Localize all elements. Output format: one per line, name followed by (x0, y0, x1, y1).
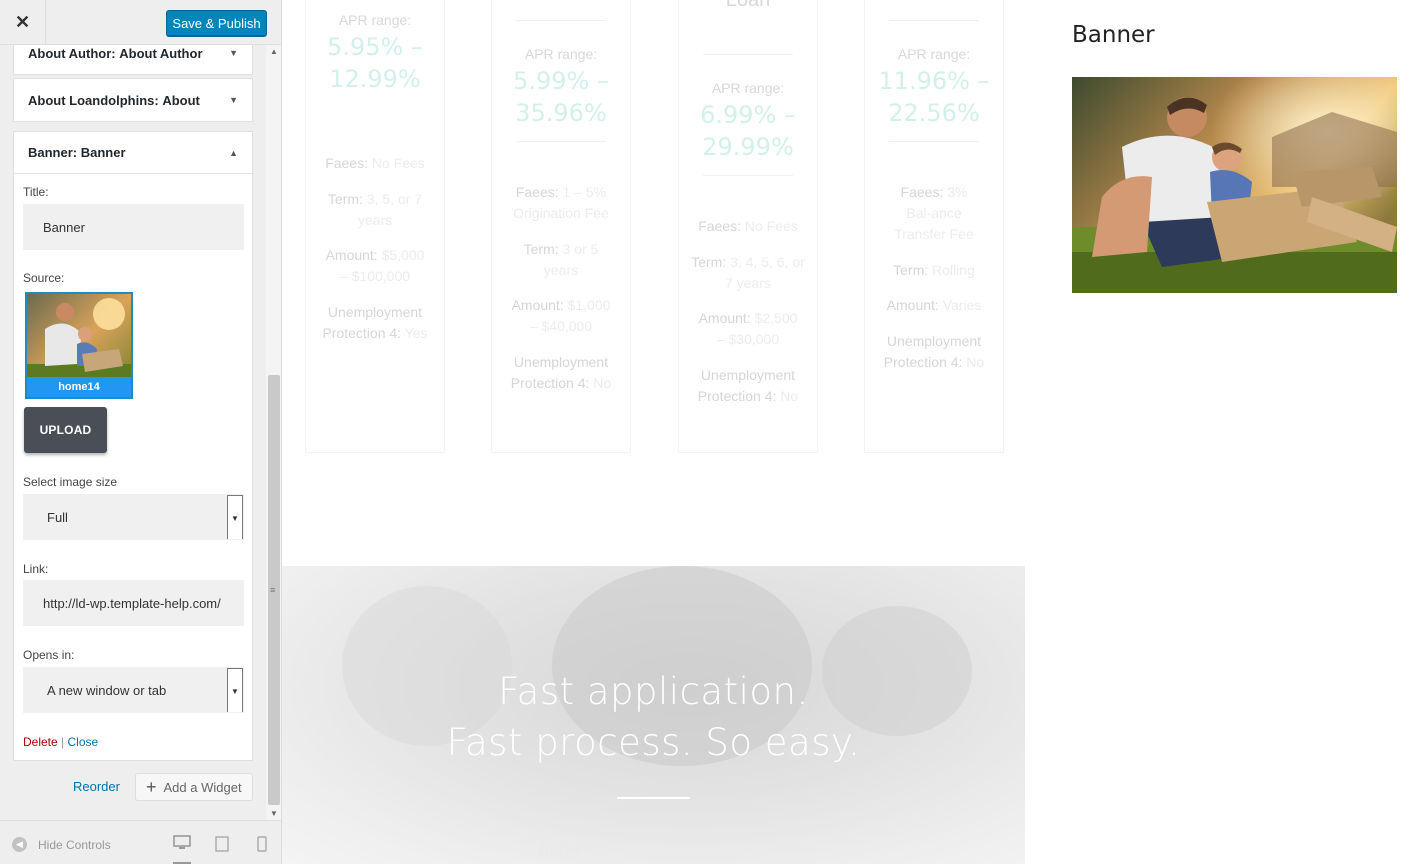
scroll-down-arrow-icon[interactable]: ▼ (270, 809, 278, 818)
title-input[interactable]: Banner (23, 204, 244, 250)
link-input[interactable]: http://ld-wp.template-help.com/ (23, 580, 244, 626)
resize-grip-icon[interactable]: ≡ (270, 585, 275, 595)
separator: | (61, 735, 65, 749)
term-row: Term: 3, 5, or 7 years (327, 191, 423, 228)
fees-row: Faees: 3% Bal-ance Transfer Fee (894, 184, 974, 242)
tablet-preview-icon[interactable] (213, 835, 231, 853)
upload-button[interactable]: UPLOAD (24, 407, 107, 453)
widget-header[interactable]: Banner: Banner ▲ (14, 132, 252, 174)
hero-divider (617, 797, 690, 799)
add-widget-label: Add a Widget (163, 779, 242, 795)
widget-header[interactable]: About Loandolphins: About ▼ (14, 79, 252, 121)
hero-heading-line2: Fast process. So easy. (446, 721, 861, 764)
hero-subtitle: Apply for a decision in minutes (538, 840, 769, 859)
collapse-icon: ◀ (12, 837, 27, 852)
amount-row: Amount: $5,000 – $100,000 (325, 247, 425, 284)
fees-row: Faees: No Fees (698, 218, 798, 234)
apr-label: APR range: (524, 46, 598, 62)
title-label: Title: (23, 185, 49, 199)
apr-value-line2: 29.99% (702, 133, 794, 161)
apr-value-line1: 6.99% – (700, 101, 796, 129)
sidebar-scrollbar[interactable]: ▲ ≡ ▼ (266, 45, 281, 820)
opens-in-label: Opens in: (23, 648, 75, 662)
family-photo (1072, 77, 1397, 293)
term-row: Term: 3 or 5 years (523, 241, 599, 278)
amount-row: Amount: Varies (886, 297, 982, 313)
hero-heading: Fast application. Fast process. So easy. (282, 666, 1025, 768)
loan-card: APR range: 11.96% – 22.56% Faees: 3% Bal… (864, 0, 1004, 453)
apr-value-line1: 5.95% – (327, 33, 423, 61)
plus-icon: + (146, 776, 157, 797)
source-image-thumbnail[interactable]: home14 (25, 292, 133, 399)
reorder-link[interactable]: Reorder (73, 779, 120, 794)
dropdown-arrow-icon[interactable]: ▼ (227, 495, 243, 539)
chevron-down-icon[interactable]: ▼ (229, 48, 238, 58)
close-link[interactable]: Close (68, 735, 99, 749)
sidebar-banner-widget: Banner (1072, 0, 1419, 864)
dropdown-arrow-icon[interactable]: ▼ (227, 668, 243, 712)
widget-actions: Delete | Close (23, 735, 98, 749)
hide-controls-button[interactable]: ◀ Hide Controls (12, 837, 111, 852)
image-size-value: Full (47, 509, 68, 525)
fees-row: Faees: No Fees (325, 155, 425, 171)
image-size-label: Select image size (23, 475, 118, 489)
chevron-up-icon[interactable]: ▲ (229, 148, 238, 158)
widget-header[interactable]: About Author: About Author ▼ (14, 45, 252, 74)
customizer-window: About Author: About Author ▼ About Loand… (0, 0, 1419, 864)
banner-image[interactable] (1072, 77, 1397, 293)
hero-heading-line1: Fast application. (498, 670, 809, 713)
customizer-header: ✕ Save & Publish (0, 0, 281, 45)
apr-value-line1: 5.99% – (513, 67, 609, 95)
loan-title: Loan (725, 0, 771, 11)
source-label: Source: (23, 271, 65, 285)
image-caption: home14 (27, 377, 131, 397)
apr-value-line2: 12.99% (329, 65, 421, 93)
widget-title: About Loandolphins: About (28, 92, 200, 108)
add-widget-button[interactable]: + Add a Widget (135, 773, 253, 801)
widget-title: Banner: Banner (28, 145, 126, 160)
unemployment-row: Unemployment Protection 4: No (883, 333, 985, 370)
widget-about-loandolphins[interactable]: About Loandolphins: About ▼ (13, 78, 253, 122)
widget-banner: Banner: Banner ▲ Title: Banner Source: h… (13, 131, 253, 761)
fees-row: Faees: 1 – 5% Origination Fee (513, 184, 609, 221)
save-publish-button[interactable]: Save & Publish (166, 10, 267, 36)
amount-row: Amount: $2,500 – $30,000 (698, 310, 798, 347)
widget-panel[interactable]: About Author: About Author ▼ About Loand… (0, 45, 266, 820)
widget-about-author[interactable]: About Author: About Author ▼ (13, 45, 253, 75)
loan-card: APR range: 5.99% – 35.96% Faees: 1 – 5% … (491, 0, 631, 453)
delete-link[interactable]: Delete (23, 735, 58, 749)
opens-in-select[interactable]: A new window or tab ▼ (23, 667, 244, 713)
apr-value-line1: 11.96% – (878, 67, 990, 95)
site-preview[interactable]: APR range: 5.95% – 12.99% Faees: No Fees… (282, 0, 1419, 864)
apr-label: APR range: (338, 12, 412, 28)
apr-label: APR range: (897, 46, 971, 62)
customizer-footer: ◀ Hide Controls (0, 820, 281, 864)
loan-card: APR range: 5.95% – 12.99% Faees: No Fees… (305, 0, 445, 453)
loan-card: Loan APR range: 6.99% – 29.99% Faees: No… (678, 0, 818, 453)
scroll-up-arrow-icon[interactable]: ▲ (270, 47, 278, 56)
loan-cards: APR range: 5.95% – 12.99% Faees: No Fees… (282, 0, 1025, 566)
term-row: Term: Rolling (893, 262, 975, 278)
term-row: Term: 3, 4, 5, 6, or 7 years (691, 254, 805, 291)
chevron-down-icon[interactable]: ▼ (229, 95, 238, 105)
amount-row: Amount: $1,000 – $40,000 (511, 297, 611, 334)
mobile-preview-icon[interactable] (253, 835, 271, 853)
apr-value-line2: 22.56% (888, 99, 980, 127)
hide-controls-label: Hide Controls (38, 837, 111, 852)
apr-value-line2: 35.96% (515, 99, 607, 127)
unemployment-row: Unemployment Protection 4: No (697, 367, 799, 404)
opens-in-value: A new window or tab (47, 682, 167, 698)
close-icon[interactable]: ✕ (0, 0, 46, 45)
link-label: Link: (23, 562, 49, 576)
customizer-sidebar: About Author: About Author ▼ About Loand… (0, 0, 282, 864)
widget-title: About Author: About Author (28, 45, 203, 61)
banner-widget-title: Banner (1072, 22, 1155, 48)
hero-section: Fast application. Fast process. So easy.… (282, 566, 1025, 864)
apr-label: APR range: (711, 80, 785, 96)
unemployment-row: Unemployment Protection 4: No (510, 354, 612, 391)
image-size-select[interactable]: Full ▼ (23, 494, 244, 540)
desktop-preview-icon[interactable] (173, 835, 191, 864)
unemployment-row: Unemployment Protection 4: Yes (322, 304, 428, 341)
